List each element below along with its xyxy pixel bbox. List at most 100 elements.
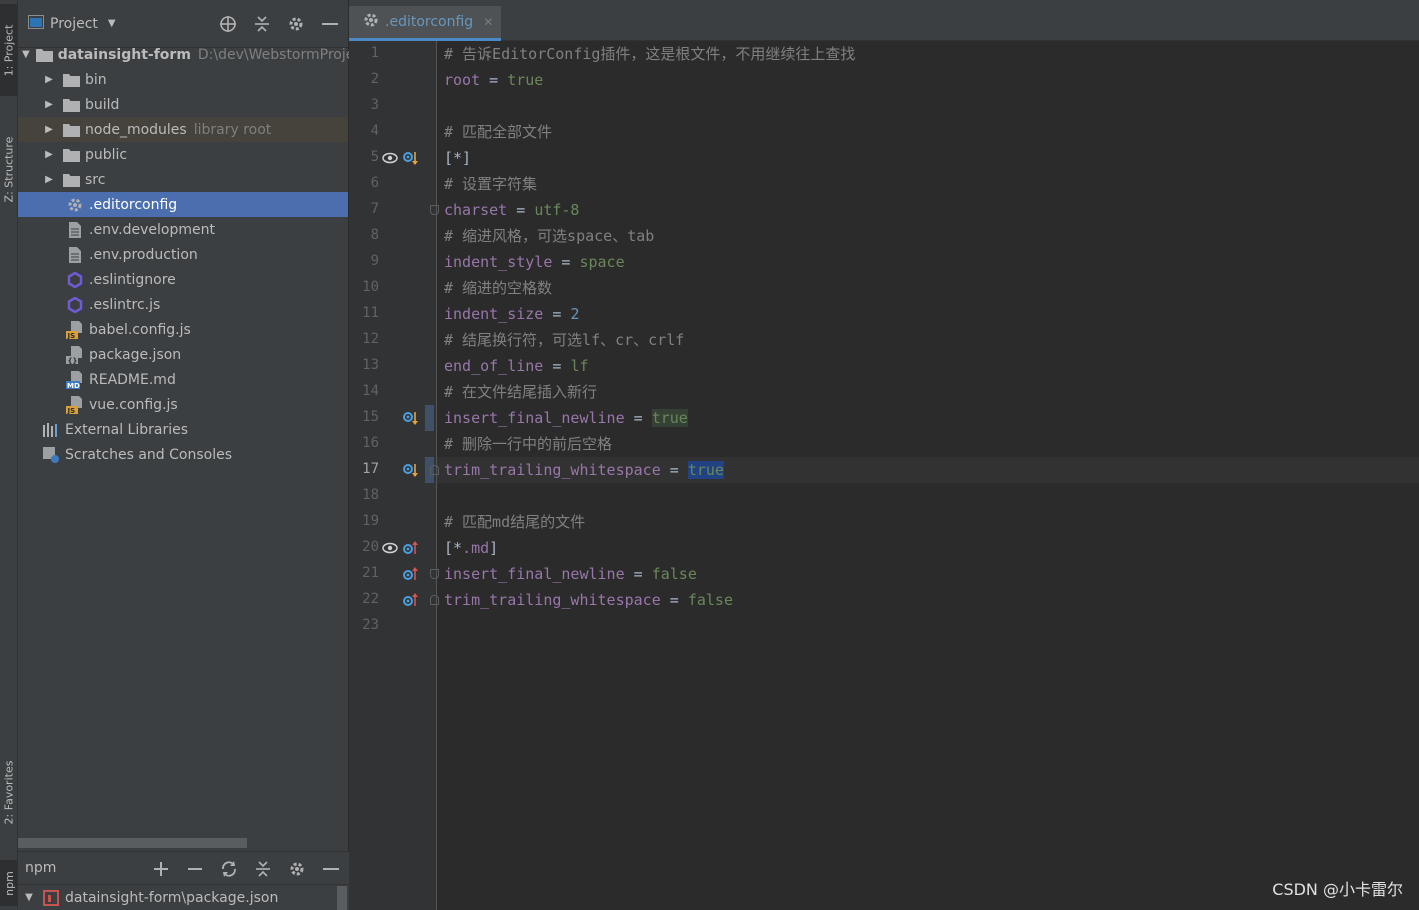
tree-row-readme[interactable]: MD README.md xyxy=(18,367,348,392)
code-line[interactable]: # 在文件结尾插入新行 xyxy=(444,379,597,405)
vertical-scrollbar[interactable] xyxy=(337,886,347,910)
tree-row-vue-config[interactable]: JS vue.config.js xyxy=(18,392,348,417)
remove-icon[interactable] xyxy=(185,859,205,879)
collapse-all-icon[interactable] xyxy=(252,14,272,34)
code-line[interactable]: # 匹配全部文件 xyxy=(444,119,552,145)
override-up-icon[interactable] xyxy=(401,566,419,582)
folder-icon xyxy=(62,97,80,113)
tree-row-build[interactable]: ▶ build xyxy=(18,92,348,117)
tree-row-eslintrc[interactable]: .eslintrc.js xyxy=(18,292,348,317)
collapse-all-icon[interactable] xyxy=(253,859,273,879)
collapsed-arrow-icon[interactable]: ▶ xyxy=(42,149,56,160)
tree-row-node-modules[interactable]: ▶ node_modules library root xyxy=(18,117,348,142)
expanded-arrow-icon[interactable]: ▼ xyxy=(22,892,36,903)
fold-marker[interactable] xyxy=(430,595,439,605)
tree-row-external-libraries[interactable]: External Libraries xyxy=(18,417,348,442)
tree-label: babel.config.js xyxy=(89,321,191,338)
code-token: = xyxy=(624,409,652,427)
project-view-selector[interactable]: Project ▼ xyxy=(28,14,116,33)
code-line[interactable]: # 缩进的空格数 xyxy=(444,275,552,301)
npm-tool-tab[interactable]: npm xyxy=(0,860,18,906)
tree-row-root[interactable]: ▼ datainsight-form D:\dev\WebstormProje xyxy=(18,42,354,67)
gear-icon[interactable] xyxy=(286,14,306,34)
fold-marker[interactable] xyxy=(430,569,439,579)
locate-icon[interactable] xyxy=(218,14,238,34)
code-line[interactable]: [*] xyxy=(444,145,471,171)
code-editor[interactable]: CSDN @小卡雷尔 # 告诉EditorConfig插件，这是根文件，不用继续… xyxy=(430,41,1419,910)
code-line[interactable]: insert_final_newline = false xyxy=(444,561,697,587)
code-token: 2 xyxy=(570,305,580,323)
code-line[interactable]: trim_trailing_whitespace = true xyxy=(444,457,724,483)
code-line[interactable]: root = true xyxy=(444,67,543,93)
code-line[interactable]: # 匹配md结尾的文件 xyxy=(444,509,585,535)
code-line[interactable]: trim_trailing_whitespace = false xyxy=(444,587,733,613)
code-line[interactable]: # 结尾换行符，可选lf、cr、crlf xyxy=(444,327,684,353)
tree-row-src[interactable]: ▶ src xyxy=(18,167,348,192)
refresh-icon[interactable] xyxy=(219,859,239,879)
code-token: charset xyxy=(444,201,508,219)
minimize-icon[interactable] xyxy=(320,14,340,34)
code-token: # 结尾换行符，可选lf、cr、crlf xyxy=(444,331,685,349)
favorites-tool-tab[interactable]: 2: Favorites xyxy=(0,744,18,840)
npm-package-row[interactable]: ▼ datainsight-form\package.json xyxy=(18,885,349,910)
override-down-icon[interactable] xyxy=(401,410,419,426)
fold-marker[interactable] xyxy=(430,465,439,475)
code-token: trim_trailing_whitespace xyxy=(444,591,661,609)
code-line[interactable]: # 告诉EditorConfig插件，这是根文件，不用继续往上查找 xyxy=(444,41,855,67)
collapsed-arrow-icon[interactable]: ▶ xyxy=(42,99,56,110)
fold-marker[interactable] xyxy=(430,205,439,215)
code-line[interactable]: indent_style = space xyxy=(444,249,625,275)
tree-label: .env.development xyxy=(89,221,215,238)
gear-icon[interactable] xyxy=(287,859,307,879)
eye-icon[interactable] xyxy=(381,150,399,166)
code-token: # 设置字符集 xyxy=(444,175,538,193)
collapsed-arrow-icon[interactable]: ▶ xyxy=(42,74,56,85)
tree-row-public[interactable]: ▶ public xyxy=(18,142,348,167)
svg-text:JS: JS xyxy=(67,407,76,414)
collapsed-arrow-icon[interactable]: ▶ xyxy=(42,174,56,185)
code-line[interactable]: [*.md] xyxy=(444,535,498,561)
scratches-icon xyxy=(42,446,60,463)
code-line[interactable]: # 设置字符集 xyxy=(444,171,537,197)
change-marker[interactable] xyxy=(425,405,434,431)
code-line[interactable]: charset = utf-8 xyxy=(444,197,579,223)
code-token: space xyxy=(579,253,625,271)
line-number: 19 xyxy=(362,513,379,529)
tab-editorconfig[interactable]: .editorconfig ✕ xyxy=(349,6,501,41)
md-file-icon: MD xyxy=(66,370,84,389)
tree-row-package-json[interactable]: {} package.json xyxy=(18,342,348,367)
line-number: 22 xyxy=(362,591,379,607)
close-icon[interactable]: ✕ xyxy=(483,15,493,29)
tree-row-bin[interactable]: ▶ bin xyxy=(18,67,348,92)
code-line[interactable]: # 删除一行中的前后空格 xyxy=(444,431,612,457)
tree-row-eslintignore[interactable]: .eslintignore xyxy=(18,267,348,292)
override-down-icon[interactable] xyxy=(401,150,419,166)
add-icon[interactable] xyxy=(151,859,171,879)
collapsed-arrow-icon[interactable]: ▶ xyxy=(42,124,56,135)
code-line[interactable]: end_of_line = lf xyxy=(444,353,589,379)
tree-row-env-development[interactable]: .env.development xyxy=(18,217,348,242)
tree-row-scratches[interactable]: Scratches and Consoles xyxy=(18,442,348,467)
code-token: indent_size xyxy=(444,305,544,323)
override-down-icon[interactable] xyxy=(401,462,419,478)
override-up-icon[interactable] xyxy=(401,592,419,608)
code-line[interactable]: # 缩进风格，可选space、tab xyxy=(444,223,654,249)
structure-tool-tab[interactable]: Z: Structure xyxy=(0,120,18,218)
horizontal-scrollbar[interactable] xyxy=(18,838,247,848)
eye-icon[interactable] xyxy=(381,540,399,556)
project-title: Project xyxy=(50,15,98,32)
expanded-arrow-icon[interactable]: ▼ xyxy=(22,49,30,60)
minimize-icon[interactable] xyxy=(321,859,341,879)
npm-package-icon xyxy=(42,889,60,906)
tree-row-env-production[interactable]: .env.production xyxy=(18,242,348,267)
project-tool-tab[interactable]: 1: Project xyxy=(0,4,18,96)
line-number: 2 xyxy=(370,71,379,87)
tree-row-editorconfig[interactable]: .editorconfig xyxy=(18,192,348,217)
tree-row-babel-config[interactable]: JS babel.config.js xyxy=(18,317,348,342)
code-token: true xyxy=(507,71,544,89)
code-line[interactable]: indent_size = 2 xyxy=(444,301,579,327)
override-up-icon[interactable] xyxy=(401,540,419,556)
code-line[interactable]: insert_final_newline = true xyxy=(444,405,688,431)
project-tree: ▼ datainsight-form D:\dev\WebstormProje … xyxy=(18,42,354,467)
tree-label: src xyxy=(85,171,106,188)
